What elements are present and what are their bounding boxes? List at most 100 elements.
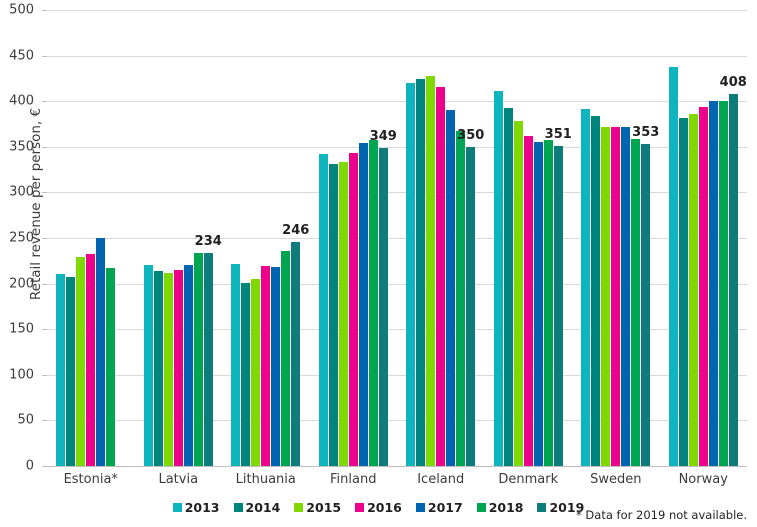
legend-item[interactable]: 2014 bbox=[233, 500, 280, 515]
bar[interactable] bbox=[86, 253, 96, 466]
bar[interactable] bbox=[436, 86, 446, 466]
bar[interactable] bbox=[718, 101, 728, 466]
bar[interactable] bbox=[153, 270, 163, 466]
y-axis-tick-label: 0 bbox=[25, 458, 34, 474]
bar[interactable] bbox=[503, 107, 513, 466]
bar[interactable] bbox=[76, 257, 86, 466]
bar[interactable] bbox=[163, 272, 173, 466]
y-axis-tick-label: 150 bbox=[9, 321, 34, 337]
legend-item[interactable]: 2016 bbox=[355, 500, 402, 515]
bar-group: Iceland bbox=[397, 10, 485, 487]
bar[interactable] bbox=[338, 162, 348, 466]
bar[interactable] bbox=[416, 79, 426, 466]
bar[interactable] bbox=[446, 110, 456, 466]
legend-swatch-icon bbox=[172, 503, 182, 512]
bar[interactable] bbox=[143, 265, 153, 466]
bar[interactable] bbox=[698, 106, 708, 466]
legend-item[interactable]: 2015 bbox=[294, 500, 341, 515]
legend-item[interactable]: 2018 bbox=[476, 500, 523, 515]
bar[interactable] bbox=[543, 140, 553, 466]
bar[interactable] bbox=[533, 142, 543, 466]
bar[interactable] bbox=[291, 241, 301, 466]
legend-label: 2015 bbox=[306, 500, 342, 515]
y-axis-tick-label: 450 bbox=[9, 48, 34, 64]
bar[interactable] bbox=[601, 126, 611, 466]
bar[interactable] bbox=[493, 91, 503, 466]
bar[interactable] bbox=[231, 264, 241, 466]
bar[interactable] bbox=[456, 131, 466, 466]
legend-label: 2013 bbox=[184, 500, 220, 515]
bar[interactable] bbox=[328, 164, 338, 466]
y-axis-tick-label: 400 bbox=[9, 93, 34, 109]
bar[interactable] bbox=[591, 115, 601, 466]
legend-swatch-icon bbox=[355, 503, 365, 512]
bar[interactable] bbox=[581, 108, 591, 466]
legend-item[interactable]: 2017 bbox=[415, 500, 463, 515]
bar[interactable] bbox=[56, 274, 66, 466]
y-axis-tick-label: 500 bbox=[9, 2, 34, 18]
bar[interactable] bbox=[728, 93, 738, 466]
bar[interactable] bbox=[348, 153, 358, 466]
bar[interactable] bbox=[106, 268, 116, 466]
legend-swatch-icon bbox=[537, 503, 547, 512]
bar[interactable] bbox=[466, 146, 476, 466]
bar[interactable] bbox=[241, 282, 251, 466]
bar-group-bars bbox=[397, 10, 485, 466]
plot-area: 0 50 100 150 200 250 300 350 400 450 500 Estonia* La… bbox=[9, 3, 747, 487]
bar[interactable] bbox=[318, 154, 328, 466]
bar[interactable] bbox=[173, 269, 183, 466]
x-axis-category-label: Denmark bbox=[498, 472, 559, 487]
y-axis-title: Retail revenue per person, € bbox=[28, 107, 44, 301]
bar[interactable] bbox=[96, 238, 106, 466]
bar[interactable] bbox=[668, 67, 678, 466]
bar[interactable] bbox=[513, 121, 523, 466]
bar[interactable] bbox=[261, 266, 271, 466]
gridline bbox=[47, 466, 747, 467]
bar[interactable] bbox=[203, 252, 213, 466]
bar[interactable] bbox=[678, 117, 688, 466]
bar-group: Sweden bbox=[572, 10, 660, 487]
bar[interactable] bbox=[251, 279, 261, 466]
bar[interactable] bbox=[66, 277, 76, 466]
bar-group-bars bbox=[572, 10, 660, 466]
x-axis-category-label: Latvia bbox=[158, 472, 199, 487]
bar[interactable] bbox=[688, 113, 698, 466]
data-value-label: 246 bbox=[282, 222, 310, 238]
bar[interactable] bbox=[631, 138, 641, 466]
bar[interactable] bbox=[708, 101, 718, 466]
data-value-label: 349 bbox=[369, 128, 397, 144]
y-axis-tick-label: 250 bbox=[9, 230, 34, 246]
legend-label: 2017 bbox=[427, 500, 463, 515]
data-value-label: 350 bbox=[457, 127, 485, 143]
bar-group: Lithuania bbox=[222, 10, 310, 487]
bar-group: Denmark bbox=[485, 10, 573, 487]
x-axis-category-label: Iceland bbox=[417, 472, 465, 487]
y-axis-tick-mark bbox=[42, 466, 47, 467]
bar[interactable] bbox=[553, 145, 563, 466]
bar[interactable] bbox=[621, 126, 631, 466]
bar-group-bars bbox=[47, 10, 135, 466]
legend-swatch-icon bbox=[415, 503, 425, 512]
bar[interactable] bbox=[523, 135, 533, 466]
data-value-label: 353 bbox=[632, 125, 660, 141]
bar[interactable] bbox=[271, 267, 281, 466]
data-value-label: 408 bbox=[719, 74, 747, 90]
bar[interactable] bbox=[368, 140, 378, 466]
legend-swatch-icon bbox=[294, 503, 304, 512]
bar-group: Estonia* bbox=[47, 10, 135, 487]
y-axis-tick-label: 300 bbox=[9, 184, 34, 200]
y-axis-tick-label: 100 bbox=[9, 367, 34, 383]
bar[interactable] bbox=[193, 252, 203, 466]
bar[interactable] bbox=[611, 126, 621, 466]
bar[interactable] bbox=[641, 144, 651, 466]
legend-item[interactable]: 2013 bbox=[172, 500, 220, 515]
bar[interactable] bbox=[358, 143, 368, 466]
bar-group: Finland bbox=[310, 10, 398, 487]
bar[interactable] bbox=[426, 75, 436, 466]
x-axis-category-label: Sweden bbox=[590, 472, 642, 487]
bar[interactable] bbox=[406, 82, 416, 466]
bar[interactable] bbox=[378, 147, 388, 466]
bar[interactable] bbox=[183, 265, 193, 466]
y-axis-tick-label: 50 bbox=[17, 412, 34, 428]
bar[interactable] bbox=[281, 250, 291, 466]
